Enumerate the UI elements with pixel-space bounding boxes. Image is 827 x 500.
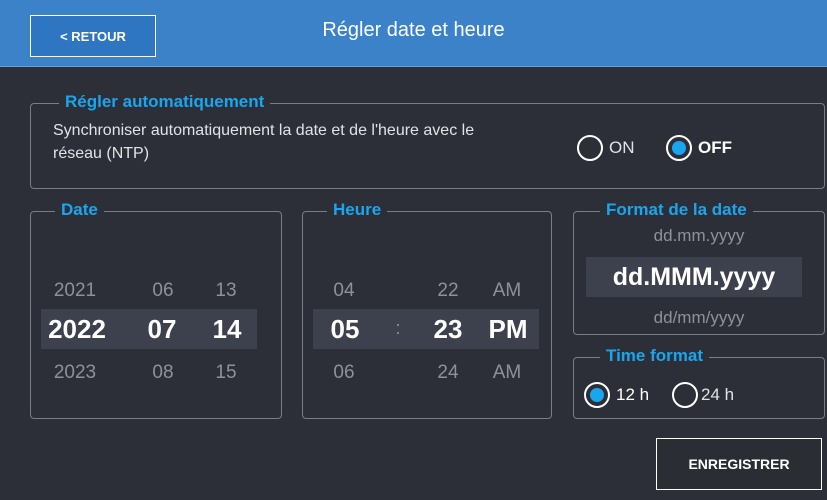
radio-checked-icon <box>666 135 692 161</box>
date-year-option[interactable]: 2023 <box>45 362 105 384</box>
time-hour-selected[interactable]: 05 <box>325 314 365 345</box>
date-month-option[interactable]: 06 <box>143 280 183 302</box>
date-year-selected[interactable]: 2022 <box>43 314 111 345</box>
time-format-group: Time format 12 h 24 h <box>573 346 825 419</box>
date-day-selected[interactable]: 14 <box>205 314 249 345</box>
ntp-on-label: ON <box>609 138 635 157</box>
date-month-option[interactable]: 08 <box>143 362 183 384</box>
back-button[interactable]: < RETOUR <box>30 15 156 57</box>
auto-set-group: Régler automatiquement Synchroniser auto… <box>30 92 825 189</box>
radio-checked-icon <box>584 382 610 408</box>
ntp-off-radio[interactable]: OFF <box>666 135 732 161</box>
date-day-option[interactable]: 13 <box>206 280 246 302</box>
ntp-off-label: OFF <box>698 138 732 157</box>
time-minute-option[interactable]: 22 <box>431 280 465 302</box>
time-format-12h-radio[interactable]: 12 h <box>584 382 649 408</box>
save-button[interactable]: ENREGISTRER <box>656 438 822 490</box>
date-day-option[interactable]: 15 <box>206 362 246 384</box>
time-format-12h-label: 12 h <box>616 385 650 404</box>
auto-set-legend: Régler automatiquement <box>59 92 271 112</box>
time-hour-option[interactable]: 04 <box>327 280 361 302</box>
time-format-24h-radio[interactable]: 24 h <box>672 382 734 408</box>
date-format-selected[interactable]: dd.MMM.yyyy <box>586 257 802 297</box>
date-format-picker[interactable]: Format de la date dd.mm.yyyy dd.MMM.yyyy… <box>573 200 825 335</box>
time-ampm-option[interactable]: AM <box>487 362 527 384</box>
header-divider <box>0 66 827 67</box>
radio-unchecked-icon <box>577 135 603 161</box>
time-minute-option[interactable]: 24 <box>431 362 465 384</box>
time-format-24h-label: 24 h <box>701 385 735 404</box>
date-year-option[interactable]: 2021 <box>45 280 105 302</box>
time-ampm-selected[interactable]: PM <box>483 314 533 345</box>
time-minute-selected[interactable]: 23 <box>427 314 469 345</box>
time-format-legend: Time format <box>600 346 709 366</box>
time-hour-option[interactable]: 06 <box>327 362 361 384</box>
date-month-selected[interactable]: 07 <box>139 314 185 345</box>
auto-set-description: Synchroniser automatiquement la date et … <box>53 122 475 162</box>
time-separator: : <box>395 318 401 338</box>
date-legend: Date <box>55 200 104 220</box>
date-picker[interactable]: Date 2021 06 13 2022 07 14 2023 08 15 <box>30 200 282 419</box>
radio-unchecked-icon <box>672 382 698 408</box>
ntp-on-radio[interactable]: ON <box>577 135 635 161</box>
time-legend: Heure <box>327 200 388 220</box>
date-format-option[interactable]: dd.mm.yyyy <box>574 226 824 246</box>
date-format-legend: Format de la date <box>600 200 753 220</box>
time-picker[interactable]: Heure 04 22 AM 05 : 23 PM 06 24 AM <box>302 200 552 419</box>
time-ampm-option[interactable]: AM <box>487 280 527 302</box>
date-format-option[interactable]: dd/mm/yyyy <box>574 308 824 328</box>
